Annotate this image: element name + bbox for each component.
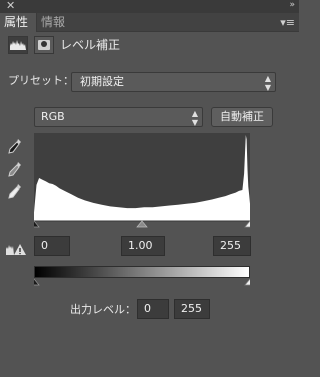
histogram-area bbox=[34, 135, 250, 221]
white-output-handle[interactable] bbox=[244, 278, 250, 286]
white-point-eyedropper-icon[interactable] bbox=[8, 183, 22, 199]
tab-properties[interactable]: 属性 bbox=[0, 13, 36, 32]
black-output-handle[interactable] bbox=[34, 278, 40, 286]
output-black-field[interactable]: 0 bbox=[137, 299, 169, 319]
auto-button[interactable]: 自動補正 bbox=[211, 107, 273, 127]
preset-value: 初期設定 bbox=[80, 75, 124, 88]
output-levels-label: 出力レベル： bbox=[70, 303, 136, 316]
gamma-input-handle[interactable] bbox=[136, 220, 148, 228]
clipping-warning-icon[interactable] bbox=[5, 242, 27, 256]
histogram-chart bbox=[34, 135, 250, 221]
preset-select[interactable]: 初期設定 ▲ ▼ bbox=[71, 72, 276, 92]
input-gamma-field[interactable]: 1.00 bbox=[121, 236, 165, 256]
panel-menu-icon[interactable]: ▾≡ bbox=[280, 13, 295, 32]
layer-mask-icon[interactable] bbox=[34, 36, 54, 54]
input-slider[interactable] bbox=[34, 220, 250, 228]
collapse-icon[interactable]: » bbox=[289, 0, 294, 10]
preset-label: プリセット： bbox=[8, 74, 74, 87]
output-slider[interactable] bbox=[34, 277, 250, 287]
white-input-handle[interactable] bbox=[244, 220, 250, 228]
channel-value: RGB bbox=[41, 110, 65, 123]
input-white-field[interactable]: 255 bbox=[213, 236, 251, 256]
select-arrows-icon: ▲ ▼ bbox=[264, 74, 271, 92]
tab-info[interactable]: 情報 bbox=[36, 13, 69, 32]
gray-point-eyedropper-icon[interactable] bbox=[8, 161, 22, 177]
panel-top-bar: ✕ » bbox=[0, 0, 299, 13]
select-arrows-icon: ▲ ▼ bbox=[191, 109, 198, 127]
histogram bbox=[34, 133, 250, 221]
black-point-eyedropper-icon[interactable] bbox=[8, 138, 22, 154]
channel-select[interactable]: RGB ▲ ▼ bbox=[34, 107, 203, 127]
close-icon[interactable]: ✕ bbox=[6, 0, 15, 12]
input-black-field[interactable]: 0 bbox=[34, 236, 70, 256]
panel-tab-bar: 属性 情報 ▾≡ bbox=[0, 13, 299, 32]
levels-adjustment-icon[interactable] bbox=[8, 36, 28, 54]
black-input-handle[interactable] bbox=[34, 220, 40, 228]
output-white-field[interactable]: 255 bbox=[174, 299, 210, 319]
panel-title: レベル補正 bbox=[60, 38, 121, 52]
